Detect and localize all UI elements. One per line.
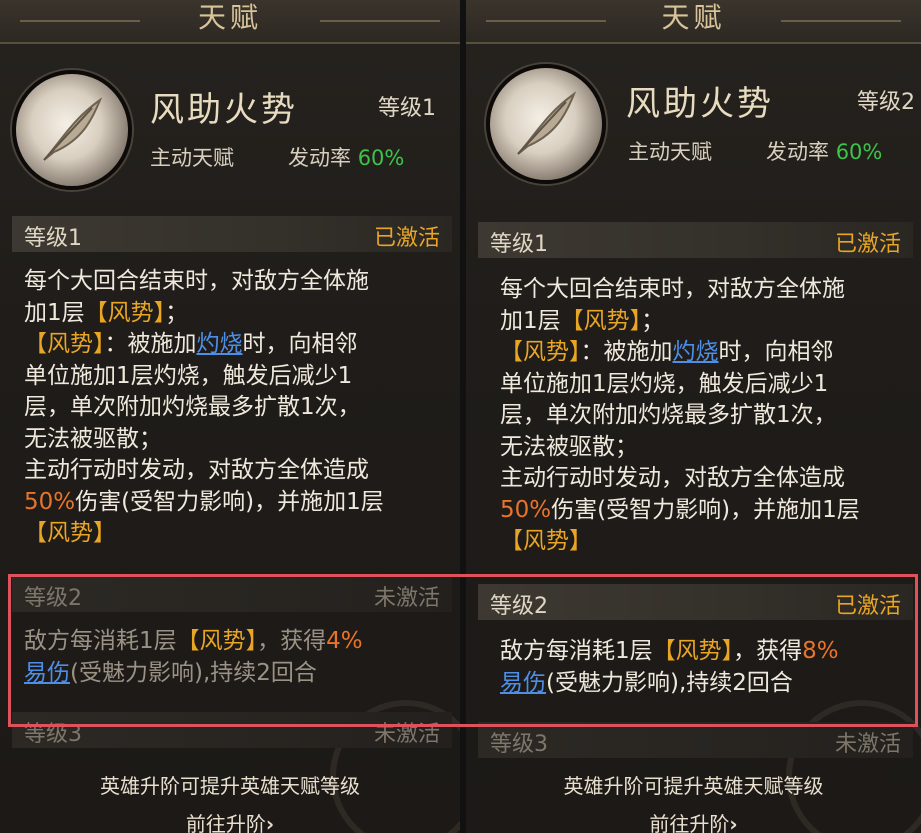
chevron-right-icon: › [729,812,738,833]
level1-name: 等级1 [490,232,548,257]
wind-buff-tag: 【风势】 [24,331,105,357]
desc-line: 无法被驱散； [500,433,638,460]
comparison-highlight-box [8,574,918,727]
upgrade-hint: 英雄升阶可提升英雄天赋等级 [100,774,360,798]
text: 加1层 [500,307,561,334]
talent-type: 主动天赋 [628,140,712,164]
text: ：被施加 [580,339,673,365]
damage-percent: 50% [24,488,76,515]
desc-line: 无法被驱散； [24,425,162,452]
talent-type: 主动天赋 [150,146,234,170]
level3-bar: 等级3 未激活 [478,722,913,758]
talent-name: 风助火势 [626,84,774,124]
desc-line: 【风势】 [500,526,911,558]
level3-name: 等级3 [490,732,548,757]
talent-avatar [12,70,132,190]
burn-link[interactable]: 灼烧 [673,339,719,365]
feather-icon [43,97,103,161]
text: 加1层 [24,299,85,326]
upgrade-hint: 英雄升阶可提升英雄天赋等级 [563,774,824,798]
panel-title: 天赋 [197,1,262,34]
level1-bar: 等级1 已激活 [478,222,913,258]
title-tab: 天赋 [466,0,921,44]
desc-line: 50%伤害(受智力影响)，并施加1层 [500,495,911,527]
talent-header: 风助火势 等级1 主动天赋 发动率 60% [0,60,460,200]
trigger-rate-label: 发动率 [766,140,829,164]
goto-upgrade-label: 前往升阶 [185,812,266,833]
wind-buff-tag: 【风势】 [500,339,581,365]
trigger-rate-value: 60% [357,146,405,170]
damage-percent: 50% [500,496,552,523]
desc-line: 【风势】 [24,518,442,550]
wind-buff-tag: 【风势】 [24,520,116,546]
desc-line: 主动行动时发动，对敌方全体造成 [500,465,845,491]
level3-status: 未激活 [834,732,901,757]
level1-description: 每个大回合结束时，对敌方全体施 加1层【风势】； 【风势】：被施加灼烧时，向相邻… [24,266,442,550]
level1-name: 等级1 [24,226,82,251]
trigger-rate: 发动率 60% [288,142,404,172]
desc-line: 每个大回合结束时，对敌方全体施 [500,276,845,302]
text: 伤害(受智力影响)，并施加1层 [75,488,384,515]
desc-line: 层，单次附加灼烧最多扩散1次， [500,402,837,428]
desc-line: 单位施加1层灼烧，触发后减少1 [24,362,353,389]
talent-avatar [486,64,606,184]
desc-line: 【风势】：被施加灼烧时，向相邻 [24,329,442,361]
desc-line: 加1层【风势】； [500,306,911,338]
desc-line: 主动行动时发动，对敌方全体造成 [24,457,369,483]
wind-buff-tag: 【风势】 [500,528,592,554]
talent-name: 风助火势 [150,90,298,130]
text: ； [165,299,189,326]
wind-buff-tag: 【风势】 [84,299,166,326]
chevron-right-icon: › [265,812,275,833]
text: ； [641,307,665,334]
text: ：被施加 [104,331,197,357]
burn-link[interactable]: 灼烧 [197,331,243,357]
trigger-rate-label: 发动率 [288,146,351,170]
desc-line: 层，单次附加灼烧最多扩散1次， [24,394,361,420]
talent-header: 风助火势 等级2 主动天赋 发动率 60% [466,54,921,194]
wind-buff-tag: 【风势】 [560,307,642,334]
feather-icon [517,91,577,155]
desc-line: 加1层【风势】； [24,298,442,330]
talent-level: 等级2 [857,90,915,115]
title-tab: 天赋 [0,0,460,44]
goto-upgrade-button[interactable]: 前往升阶› [0,808,460,833]
level1-bar: 等级1 已激活 [12,216,452,252]
desc-line: 50%伤害(受智力影响)，并施加1层 [24,487,442,519]
desc-line: 每个大回合结束时，对敌方全体施 [24,268,369,294]
goto-upgrade-button[interactable]: 前往升阶› [466,808,921,833]
panel-title: 天赋 [661,1,726,34]
text: 伤害(受智力影响)，并施加1层 [551,496,860,523]
level1-status: 已激活 [373,226,440,251]
trigger-rate: 发动率 60% [766,136,882,166]
goto-upgrade-label: 前往升阶 [649,812,730,833]
text: 时，向相邻 [718,339,834,365]
level1-description: 每个大回合结束时，对敌方全体施 加1层【风势】； 【风势】：被施加灼烧时，向相邻… [500,274,911,558]
talent-level: 等级1 [378,96,436,121]
trigger-rate-value: 60% [835,140,883,164]
desc-line: 【风势】：被施加灼烧时，向相邻 [500,337,911,369]
text: 时，向相邻 [242,331,358,357]
level1-status: 已激活 [834,232,901,257]
desc-line: 单位施加1层灼烧，触发后减少1 [500,370,829,397]
